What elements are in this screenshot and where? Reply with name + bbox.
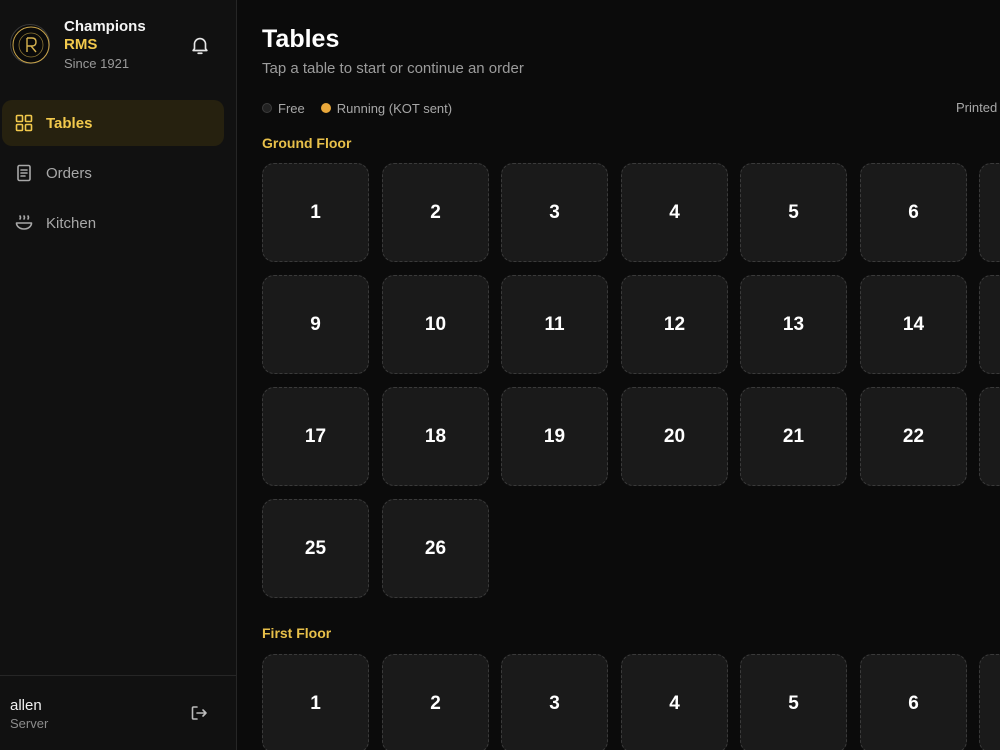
sidebar-item-label: Tables [46,114,93,132]
sidebar-nav: Tables Orders Kitchen [0,100,237,250]
table-tile[interactable]: 21 [740,387,847,486]
page-title: Tables [262,25,340,53]
main-content: Tables Tap a table to start or continue … [238,0,1000,750]
table-tile[interactable]: 4 [621,163,728,262]
brand-name: Champions [64,18,146,35]
table-tile[interactable]: 1 [262,654,369,750]
sidebar-item-orders[interactable]: Orders [2,150,224,196]
table-tile[interactable]: 17 [262,387,369,486]
sidebar-item-label: Orders [46,164,92,182]
free-dot-icon [262,103,272,113]
sidebar-item-kitchen[interactable]: Kitchen [2,200,224,246]
table-tile[interactable]: 6 [860,654,967,750]
floor-title-ground: Ground Floor [262,135,352,151]
table-tile[interactable]: 9 [262,275,369,374]
table-tile[interactable]: 10 [382,275,489,374]
table-tile[interactable]: 22 [860,387,967,486]
table-tile[interactable]: 1 [262,163,369,262]
legend-running: Running (KOT sent) [320,100,453,116]
status-legend: Free Running (KOT sent) [262,100,468,116]
table-tile[interactable]: 11 [501,275,608,374]
receipt-icon [14,163,34,183]
legend-free-label: Free [278,100,305,116]
sidebar: Champions RMS Since 1921 Tables Orders K… [0,0,237,750]
table-tile[interactable]: 19 [501,387,608,486]
brand-sub: RMS [64,36,98,53]
legend-running-label: Running (KOT sent) [336,100,453,116]
table-tile[interactable]: 5 [740,163,847,262]
table-tile[interactable]: 25 [262,499,369,598]
legend-printed: Printed [956,100,998,115]
logo [10,24,50,64]
table-tile[interactable]: 4 [621,654,728,750]
brand-since: Since 1921 [64,56,130,71]
table-tile[interactable]: 13 [740,275,847,374]
table-tile[interactable]: 6 [860,163,967,262]
brand: Champions RMS Since 1921 [10,18,227,74]
floor-title-first: First Floor [262,625,332,641]
bowl-icon [14,213,34,233]
table-tile[interactable]: 2 [382,163,489,262]
user-role: Server [10,716,49,731]
table-tile[interactable]: 2 [382,654,489,750]
table-tile[interactable]: 5 [740,654,847,750]
running-dot-icon [320,103,331,113]
table-tile[interactable]: 7 [979,654,1000,750]
page-subtitle: Tap a table to start or continue an orde… [262,60,524,77]
bell-icon[interactable] [189,34,211,56]
table-tile[interactable]: 3 [501,163,608,262]
table-tile[interactable]: 14 [860,275,967,374]
table-tile[interactable]: 23 [979,387,1000,486]
grid-icon [14,113,34,133]
sidebar-item-tables[interactable]: Tables [2,100,224,146]
table-tile[interactable]: 12 [621,275,728,374]
legend-free: Free [262,101,305,116]
table-tile[interactable]: 20 [621,387,728,486]
table-tile[interactable]: 18 [382,387,489,486]
user-panel: allen Server [0,675,236,750]
user-name: allen [10,697,42,714]
sidebar-item-label: Kitchen [46,214,97,232]
table-tile[interactable]: 7 [979,163,1000,262]
logout-icon[interactable] [189,703,209,723]
table-tile[interactable]: 3 [501,654,608,750]
table-tile[interactable]: 26 [382,499,489,598]
table-tile[interactable]: 15 [979,275,1000,374]
